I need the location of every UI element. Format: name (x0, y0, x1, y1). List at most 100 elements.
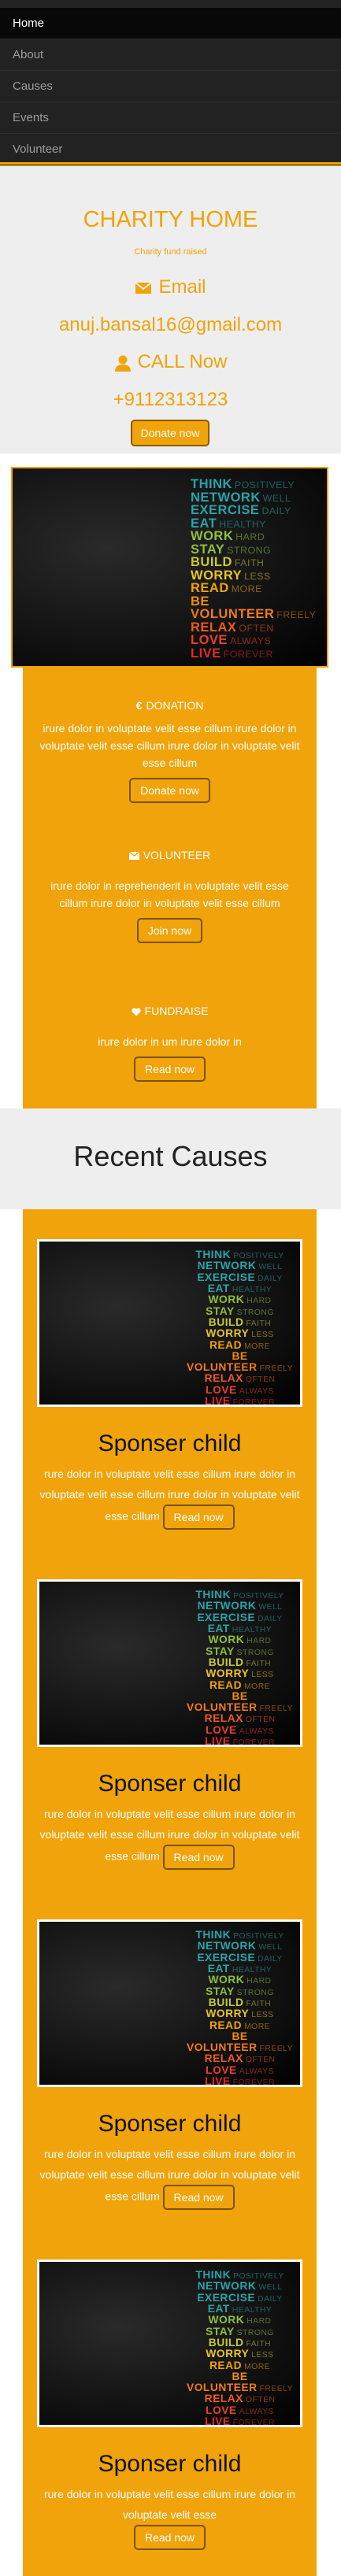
nav-item-events[interactable]: Events (0, 102, 341, 134)
banner-word-big: RELAX (204, 1372, 243, 1385)
banner-word-big: VOLUNTEER (187, 2381, 258, 2393)
banner-word-big: LOVE (206, 1383, 237, 1396)
banner-word-big: EAT (207, 1282, 230, 1295)
banner-word-small: ALWAYS (239, 1727, 274, 1736)
cause-read-now-button[interactable]: Read now (162, 1505, 235, 1530)
banner-word-line: LOVE ALWAYS (191, 634, 316, 647)
banner-word-big: WORK (208, 1634, 245, 1646)
read-now-button[interactable]: Read now (133, 1057, 206, 1082)
banner-word-big: EAT (207, 1623, 230, 1635)
banner-word-line: WORRY LESS (191, 568, 316, 583)
banner-word-big: LIVE (204, 1394, 231, 1407)
banner-word-small: DAILY (261, 505, 291, 516)
banner-word-line: WORK HARD (187, 2315, 293, 2326)
banner-word-line: STAY STRONG (187, 1645, 293, 1657)
banner-word-line: BUILD FAITH (187, 1997, 293, 2008)
banner-word-big: BE (232, 1350, 248, 1363)
banner-word-big: RELAX (204, 2393, 243, 2405)
banner-word-big: VOLUNTEER (187, 2041, 258, 2053)
nav-item-causes[interactable]: Causes (0, 71, 341, 102)
banner-word-big: LOVE (191, 633, 228, 647)
banner-word-big: READ (209, 2019, 243, 2031)
email-label: Email (158, 276, 206, 298)
banner-word-big: VOLUNTEER (187, 1360, 258, 1373)
banner-word-line: STAY STRONG (187, 1305, 293, 1317)
banner-word-line: WORK HARD (187, 1634, 293, 1645)
hero-donate-button[interactable]: Donate now (131, 420, 209, 446)
feature-text: irure dolor in um irure dolor in (98, 1035, 242, 1048)
banner-word-line: READ MORE (187, 1678, 293, 1691)
banner-word-small: WELL (262, 492, 291, 504)
banner-word-line: EXERCISE DAILY (187, 1952, 293, 1963)
cause-read-now-button[interactable]: Read now (162, 2185, 235, 2210)
banner-word-line: EAT HEALTHY (187, 2304, 293, 2315)
banner-word-line: STAY STRONG (187, 2326, 293, 2337)
banner-word-small: POSITIVELY (233, 1252, 284, 1260)
banner-word-small: FREELY (259, 1364, 294, 1373)
banner-word-line: STAY STRONG (187, 1986, 293, 1997)
cause-read-now-button[interactable]: Read now (162, 1845, 235, 1870)
banner-word-small: FOREVER (232, 2418, 276, 2427)
banner-word-small: WELL (258, 1263, 283, 1272)
banner-word-big: WORRY (206, 2348, 250, 2360)
banner-word-big: EAT (207, 2303, 230, 2315)
donate-now-button[interactable]: Donate now (129, 778, 210, 803)
banner-word-small: POSITIVELY (233, 1592, 284, 1601)
banner-word-big: NETWORK (191, 490, 261, 505)
nav-item-home[interactable]: Home (0, 8, 341, 39)
banner-word-line: EXERCISE DAILY (187, 1612, 293, 1623)
banner-word-line: LIVE FOREVER (191, 646, 316, 661)
banner-word-big: LIVE (204, 1734, 231, 1747)
banner-word-line: RELAX OFTEN (191, 620, 316, 635)
cause-text: rure dolor in voluptate velit esse cillu… (23, 1804, 317, 1870)
phone-number[interactable]: +9112313123 (0, 389, 341, 411)
banner-word-big: BE (191, 594, 209, 609)
banner-word-big: READ (209, 1678, 243, 1691)
banner-word-line: BUILD FAITH (187, 2337, 293, 2348)
recent-causes-header: Recent Causes (0, 1108, 341, 1209)
banner-word-big: BE (232, 1690, 248, 1703)
banner-word-small: DAILY (258, 1954, 283, 1963)
banner-word-big: THINK (191, 477, 232, 491)
email-address[interactable]: anuj.bansal16@gmail.com (0, 314, 341, 336)
hero-title: CHARITY HOME (83, 207, 258, 232)
cause-word-stack: THINK POSITIVELY NETWORK WELL EXERCISE DAILY E… (187, 2270, 293, 2427)
banner-word-line: BE (187, 1691, 293, 1702)
banner-word-line: BE (187, 2371, 293, 2382)
nav-item-volunteer[interactable]: Volunteer (0, 134, 341, 165)
banner-word-line: READ MORE (187, 2359, 293, 2371)
cause-word-stack: THINK POSITIVELY NETWORK WELL EXERCISE DAILY E… (187, 1249, 294, 1407)
cause-card: THINK POSITIVELY NETWORK WELL EXERCISE DAILY E… (23, 1239, 317, 1530)
banner-word-line: LOVE ALWAYS (187, 2064, 293, 2076)
feature-text: irure dolor in reprehenderit in voluptat… (50, 879, 289, 909)
banner-word-big: BUILD (191, 555, 232, 569)
banner-word-big: BUILD (208, 1997, 244, 2009)
cause-read-now-button[interactable]: Read now (133, 2525, 206, 2550)
banner-word-small: FAITH (246, 1660, 272, 1669)
join-now-button[interactable]: Join now (136, 918, 203, 943)
banner-word-small: HEALTHY (232, 1966, 272, 1975)
banner-word-line: NETWORK WELL (187, 1260, 293, 1271)
features-panel: € DONATION irure dolor in voluptate veli… (23, 668, 317, 1108)
banner-word-small: HARD (246, 1297, 272, 1306)
banner-word-big: NETWORK (197, 1940, 257, 1952)
banner-word-big: THINK (195, 1589, 232, 1601)
banner-word-line: WORK HARD (191, 530, 316, 543)
banner-word-line: RELAX OFTEN (187, 2393, 293, 2404)
banner-word-small: HEALTHY (219, 518, 266, 530)
banner-word-small: DAILY (258, 1274, 283, 1283)
banner-word-small: LESS (251, 1331, 274, 1340)
feature-title: FUNDRAISE (144, 1005, 209, 1017)
nav-item-about[interactable]: About (0, 39, 341, 71)
cause-title: Sponser child (98, 2451, 242, 2477)
cause-word-stack: THINK POSITIVELY NETWORK WELL EXERCISE DAILY E… (187, 1930, 293, 2085)
banner-word-small: STRONG (236, 1988, 274, 1997)
banner-word-small: WELL (258, 2283, 283, 2293)
hero-subtitle: Charity fund raised (134, 247, 207, 257)
banner-word-big: EXERCISE (197, 2291, 256, 2304)
user-icon (114, 351, 132, 373)
banner-word-big: BUILD (208, 1316, 244, 1329)
banner-word-line: LOVE ALWAYS (187, 1383, 293, 1396)
hero-section: CHARITY HOME Charity fund raised Email a… (0, 166, 341, 453)
feature-text: irure dolor in voluptate velit esse cill… (39, 722, 300, 769)
